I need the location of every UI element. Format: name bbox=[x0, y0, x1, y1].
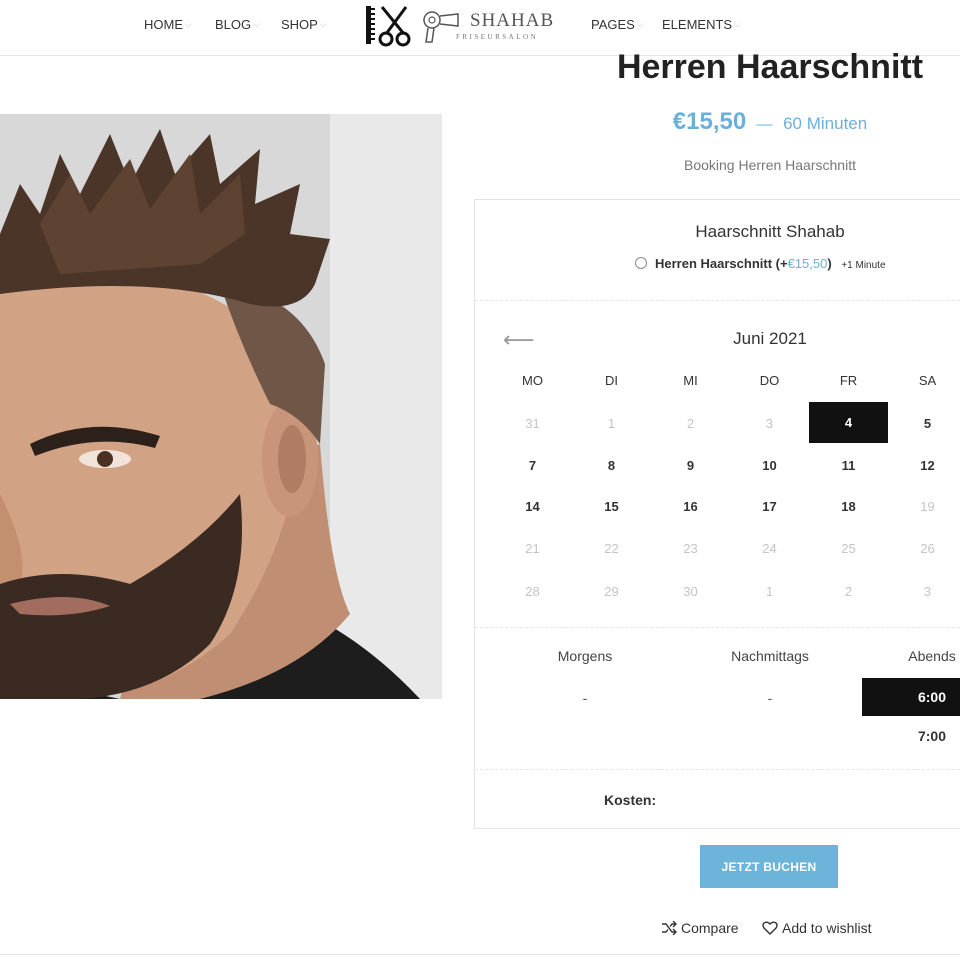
logo-name: SHAHAB bbox=[470, 10, 555, 31]
service-radio[interactable] bbox=[635, 257, 647, 269]
nav-elements-label: ELEMENTS bbox=[662, 17, 733, 32]
price-separator: — bbox=[756, 116, 773, 133]
slot-afternoon-empty: - bbox=[767, 690, 773, 706]
nav-elements[interactable]: ELEMENTS ⌵ bbox=[662, 17, 741, 32]
service-duration: 60 Minuten bbox=[783, 114, 868, 133]
calendar-day[interactable]: 8 bbox=[572, 445, 651, 486]
scissors-comb-icon bbox=[366, 6, 459, 47]
calendar-day[interactable]: 11 bbox=[809, 445, 888, 486]
calendar-day: 31 bbox=[525, 416, 540, 431]
calendar-day[interactable]: 18 bbox=[809, 486, 888, 527]
chevron-down-icon: ⌵ bbox=[253, 19, 260, 29]
chevron-down-icon: ⌵ bbox=[185, 19, 192, 29]
nav-shop-label: SHOP bbox=[281, 17, 318, 32]
calendar-day: 2 bbox=[844, 584, 853, 599]
nav-pages[interactable]: PAGES ⌵ bbox=[591, 17, 644, 32]
service-name: Herren Haarschnitt bbox=[655, 256, 773, 271]
weekday-header: DI bbox=[605, 373, 618, 388]
nav-blog[interactable]: BLOG ⌵ bbox=[215, 17, 260, 32]
divider bbox=[475, 769, 960, 770]
calendar-day[interactable]: 9 bbox=[651, 445, 730, 486]
calendar-day[interactable]: 16 bbox=[651, 486, 730, 527]
compare-label: Compare bbox=[681, 920, 739, 936]
slot-evening-label: Abends bbox=[908, 648, 956, 664]
nav-blog-label: BLOG bbox=[215, 17, 252, 32]
calendar-day: 26 bbox=[920, 541, 935, 556]
calendar-day: 1 bbox=[607, 416, 616, 431]
compare-link[interactable]: Compare bbox=[661, 920, 739, 936]
calendar-day: 28 bbox=[525, 584, 540, 599]
calendar-day: 29 bbox=[604, 584, 619, 599]
weekday-header: SA bbox=[918, 373, 937, 388]
calendar-day: 3 bbox=[923, 584, 932, 599]
calendar-day[interactable]: 17 bbox=[730, 486, 809, 527]
cost-label: Kosten: bbox=[604, 792, 657, 808]
product-price: €15,50 bbox=[672, 108, 747, 135]
calendar-day[interactable]: 10 bbox=[730, 445, 809, 486]
calendar-day: 23 bbox=[683, 541, 698, 556]
wishlist-link[interactable]: Add to wishlist bbox=[762, 920, 871, 936]
calendar-day[interactable]: 12 bbox=[888, 445, 960, 486]
calendar-day[interactable]: 14 bbox=[493, 486, 572, 527]
product-title: Herren Haarschnitt bbox=[616, 48, 924, 86]
slot-morning-label: Morgens bbox=[557, 648, 613, 664]
slot-afternoon-label: Nachmittags bbox=[731, 648, 809, 664]
haircut-photo bbox=[0, 114, 442, 699]
calendar-day: 2 bbox=[686, 416, 695, 431]
wishlist-label: Add to wishlist bbox=[782, 920, 872, 936]
calendar-day: 25 bbox=[841, 541, 856, 556]
time-slot[interactable]: 7:00 bbox=[862, 717, 960, 755]
booking-subtitle: Booking Herren Haarschnitt bbox=[684, 157, 856, 173]
heart-icon bbox=[762, 921, 778, 935]
calendar-day: 21 bbox=[525, 541, 540, 556]
nav-home[interactable]: HOME ⌵ bbox=[144, 17, 192, 32]
calendar-day: 1 bbox=[765, 584, 774, 599]
service-price: €15,50 bbox=[787, 256, 828, 271]
calendar-day: 30 bbox=[683, 584, 698, 599]
service-option[interactable]: Herren Haarschnitt (+€15,50) +1 Minute bbox=[635, 256, 886, 271]
book-now-button[interactable]: JETZT BUCHEN bbox=[700, 845, 838, 888]
calendar-day: 3 bbox=[765, 416, 774, 431]
service-extra: +1 Minute bbox=[841, 260, 886, 271]
nav-shop[interactable]: SHOP ⌵ bbox=[281, 17, 327, 32]
weekday-header: MI bbox=[683, 373, 698, 388]
logo-tagline: FRISEURSALON bbox=[456, 33, 539, 41]
chevron-down-icon: ⌵ bbox=[319, 19, 327, 29]
weekday-header: DO bbox=[759, 373, 780, 388]
divider bbox=[475, 300, 960, 301]
calendar-day[interactable]: 15 bbox=[572, 486, 651, 527]
calendar-month: Juni 2021 bbox=[733, 329, 807, 348]
product-image[interactable] bbox=[0, 114, 442, 699]
calendar-day: 22 bbox=[604, 541, 619, 556]
divider bbox=[0, 954, 960, 955]
calendar-day[interactable]: 7 bbox=[493, 445, 572, 486]
calendar-day-selected[interactable]: 4 bbox=[809, 402, 888, 443]
chevron-down-icon: ⌵ bbox=[734, 19, 741, 29]
nav-pages-label: PAGES bbox=[591, 17, 635, 32]
weekday-header: MO bbox=[522, 373, 543, 388]
weekday-header: FR bbox=[839, 373, 858, 388]
chevron-down-icon: ⌵ bbox=[636, 19, 644, 29]
service-price-open: (+ bbox=[775, 256, 788, 271]
calendar-day[interactable]: 5 bbox=[888, 403, 960, 444]
calendar-day: 19 bbox=[920, 499, 935, 514]
service-price-close: ) bbox=[827, 256, 832, 271]
time-slot-selected[interactable]: 6:00 bbox=[862, 678, 960, 716]
booking-panel: Haarschnitt Shahab Herren Haarschnitt (+… bbox=[474, 199, 960, 829]
nav-home-label: HOME bbox=[144, 17, 183, 32]
price-row: €15,50 — 60 Minuten bbox=[575, 108, 960, 136]
calendar-day: 24 bbox=[762, 541, 777, 556]
slot-morning-empty: - bbox=[582, 690, 588, 706]
divider bbox=[475, 627, 960, 628]
staff-name: Haarschnitt Shahab bbox=[695, 222, 845, 241]
shuffle-icon bbox=[662, 920, 677, 936]
